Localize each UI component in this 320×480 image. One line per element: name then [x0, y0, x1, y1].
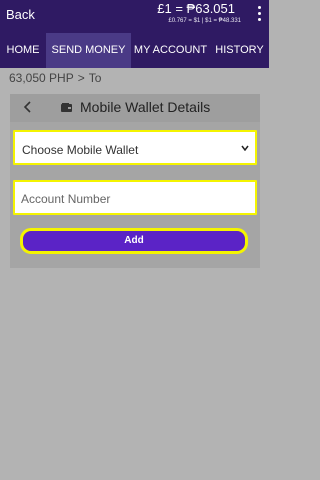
mobile-wallet-panel: Mobile Wallet Details Choose Mobile Wall… [10, 94, 260, 268]
wallet-icon [61, 103, 72, 112]
breadcrumb-separator: > [77, 71, 85, 85]
back-button[interactable]: Back [6, 7, 35, 22]
breadcrumb-step: To [88, 71, 102, 85]
tab-my-account[interactable]: MY ACCOUNT [131, 33, 210, 68]
panel-title: Mobile Wallet Details [80, 99, 211, 115]
main-nav: HOME SEND MONEY MY ACCOUNT HISTORY [0, 33, 269, 68]
tab-home[interactable]: HOME [0, 33, 46, 68]
app-header: Back £1 = ₱63.051 £0.767 = $1 | $1 = ₱48… [0, 0, 269, 33]
chevron-left-icon[interactable] [22, 100, 34, 114]
mobile-wallet-select-value: Choose Mobile Wallet [22, 143, 139, 157]
tab-send-money[interactable]: SEND MONEY [46, 33, 131, 68]
breadcrumb-amount: 63,050 PHP [9, 71, 74, 85]
panel-header: Mobile Wallet Details [10, 94, 260, 122]
kebab-menu-icon[interactable] [256, 6, 262, 24]
exchange-rate: £1 = ₱63.051 [157, 1, 235, 16]
mobile-wallet-select[interactable]: Choose Mobile Wallet [13, 130, 257, 165]
account-number-input[interactable] [21, 191, 241, 207]
add-button[interactable]: Add [20, 228, 248, 254]
exchange-rate-details: £0.767 = $1 | $1 = ₱48.331 [168, 18, 241, 24]
chevron-down-icon [241, 145, 249, 151]
breadcrumb: 63,050 PHP > To [9, 71, 101, 85]
account-number-wrap [13, 180, 257, 215]
tab-history[interactable]: HISTORY [210, 33, 269, 68]
